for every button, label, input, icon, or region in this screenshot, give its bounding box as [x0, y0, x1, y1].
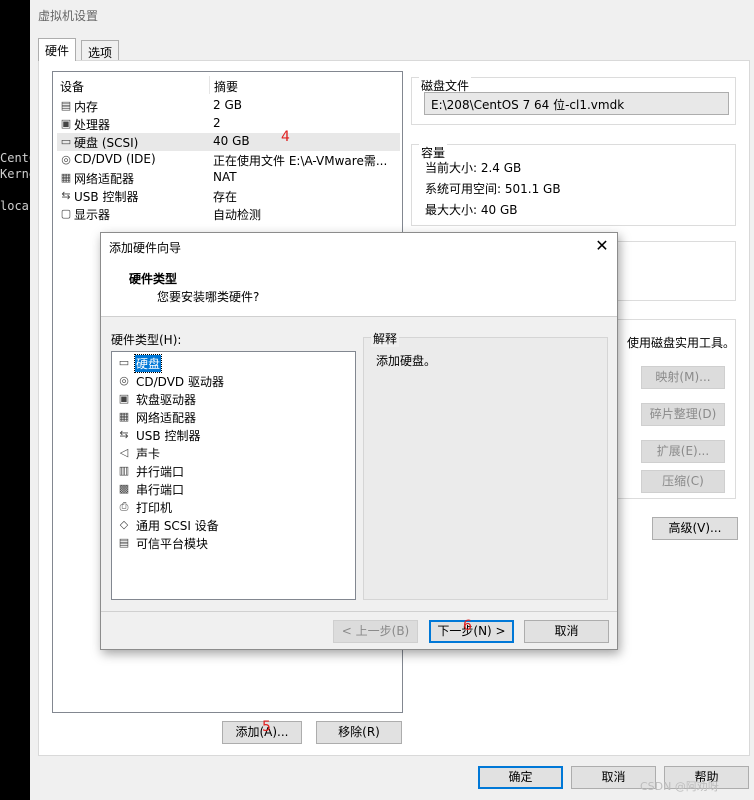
wizard-title: 添加硬件向导	[109, 241, 182, 255]
add-hardware-wizard-dialog: 添加硬件向导 ✕ 硬件类型 您要安装哪类硬件? 硬件类型(H): ▭ 硬盘 ◎ …	[100, 232, 618, 650]
tab-hardware[interactable]: 硬件	[38, 38, 77, 61]
hw-item-label: 可信平台模块	[136, 537, 209, 551]
hw-item-label: 软盘驱动器	[136, 393, 197, 407]
sound-card-icon: ◁	[119, 446, 129, 459]
watermark: CSDN @阿劝呀	[640, 780, 719, 793]
network-adapter-icon: ▦	[60, 171, 72, 184]
hardware-type-label: 硬件类型(H):	[111, 333, 182, 347]
device-row-processor[interactable]: ▣ 处理器 2	[57, 115, 400, 133]
current-size-text: 当前大小: 2.4 GB	[425, 161, 522, 175]
device-summary: 40 GB	[213, 134, 250, 148]
device-row-cd-dvd[interactable]: ◎ CD/DVD (IDE) 正在使用文件 E:\A-VMware需...	[57, 151, 400, 169]
expand-button[interactable]: 扩展(E)...	[641, 440, 725, 463]
usb-icon: ⇆	[61, 189, 71, 202]
annotation-step-4: 4	[281, 129, 290, 145]
disk-utility-text: 使用磁盘实用工具。	[627, 336, 736, 350]
hw-item-label: 并行端口	[136, 465, 185, 479]
scsi-device-icon: ◇	[119, 518, 129, 531]
device-row-network[interactable]: ▦ 网络适配器 NAT	[57, 169, 400, 187]
device-name: 显示器	[74, 208, 111, 222]
summary-column-header[interactable]: 摘要	[214, 78, 238, 95]
device-summary: 2 GB	[213, 98, 242, 112]
device-summary: 正在使用文件 E:\A-VMware需...	[213, 154, 388, 168]
wizard-titlebar: 添加硬件向导 ✕	[101, 233, 617, 260]
device-name: 硬盘 (SCSI)	[74, 136, 139, 150]
hw-item-label: 声卡	[136, 447, 161, 461]
hw-item-label: 打印机	[136, 501, 173, 515]
wizard-header: 硬件类型 您要安装哪类硬件?	[101, 260, 617, 317]
device-summary: NAT	[213, 170, 237, 184]
network-adapter-icon: ▦	[118, 410, 130, 423]
back-button[interactable]: < 上一步(B)	[333, 620, 418, 643]
device-summary: 2	[213, 116, 221, 130]
ok-button[interactable]: 确定	[478, 766, 563, 789]
max-size-text: 最大大小: 40 GB	[425, 203, 518, 217]
wizard-header-title: 硬件类型	[129, 272, 178, 286]
processor-icon: ▣	[60, 117, 72, 130]
hardware-type-list[interactable]: ▭ 硬盘 ◎ CD/DVD 驱动器 ▣ 软盘驱动器 ▦ 网络适配器 ⇆ USB …	[111, 351, 356, 600]
device-summary: 自动检测	[213, 208, 262, 222]
device-row-memory[interactable]: ▤ 内存 2 GB	[57, 97, 400, 115]
explanation-title: 解释	[371, 330, 400, 347]
hw-item-label: CD/DVD 驱动器	[136, 375, 224, 389]
screen: CentC Kerne loca 虚拟机设置 硬件 选项 设备 摘要 ▤ 内存 …	[0, 0, 754, 800]
device-summary: 存在	[213, 190, 238, 204]
device-row-display[interactable]: ▢ 显示器 自动检测	[57, 205, 400, 223]
cd-dvd-icon: ◎	[119, 374, 129, 387]
device-name: 处理器	[74, 118, 111, 132]
divider	[101, 611, 617, 612]
hw-item-label: 网络适配器	[136, 411, 197, 425]
printer-icon: ⎙	[119, 500, 129, 513]
device-name: USB 控制器	[74, 190, 139, 204]
window-title: 虚拟机设置	[38, 9, 99, 23]
memory-icon: ▤	[60, 99, 72, 112]
disk-file-path-field[interactable]: E:\208\CentOS 7 64 位-cl1.vmdk	[424, 92, 729, 115]
tab-options[interactable]: 选项	[81, 40, 120, 60]
disk-file-group: 磁盘文件 E:\208\CentOS 7 64 位-cl1.vmdk	[411, 77, 736, 125]
floppy-icon: ▣	[118, 392, 130, 405]
column-divider	[209, 76, 210, 94]
wizard-header-subtitle: 您要安装哪类硬件?	[157, 290, 260, 304]
device-row-usb[interactable]: ⇆ USB 控制器 存在	[57, 187, 400, 205]
defrag-button[interactable]: 碎片整理(D)	[641, 403, 725, 426]
close-icon[interactable]: ✕	[590, 235, 614, 257]
hw-item-label: USB 控制器	[136, 429, 201, 443]
harddisk-icon: ▭	[118, 356, 130, 369]
hw-item-label: 串行端口	[136, 483, 185, 497]
explanation-group: 解释 添加硬盘。	[363, 330, 608, 600]
display-icon: ▢	[60, 207, 72, 220]
wizard-cancel-button[interactable]: 取消	[524, 620, 609, 643]
tpm-icon: ▤	[118, 536, 130, 549]
device-name: 网络适配器	[74, 172, 135, 186]
hw-item-label: 通用 SCSI 设备	[136, 519, 219, 533]
explanation-text: 添加硬盘。	[376, 354, 437, 368]
remove-hardware-button[interactable]: 移除(R)	[316, 721, 402, 744]
serial-port-icon: ▩	[118, 482, 130, 495]
annotation-step-5: 5	[262, 719, 271, 735]
cd-dvd-icon: ◎	[61, 153, 71, 166]
usb-icon: ⇆	[119, 428, 129, 441]
hw-item-label: 硬盘	[133, 354, 163, 373]
device-row-harddisk[interactable]: ▭ 硬盘 (SCSI) 40 GB	[57, 133, 400, 151]
free-space-text: 系统可用空间: 501.1 GB	[425, 182, 561, 196]
device-column-header[interactable]: 设备	[60, 78, 84, 95]
device-name: 内存	[74, 100, 99, 114]
annotation-step-6: 6	[463, 618, 472, 634]
compact-button[interactable]: 压缩(C)	[641, 470, 725, 493]
parallel-port-icon: ▥	[118, 464, 130, 477]
capacity-group: 容量 当前大小: 2.4 GB 系统可用空间: 501.1 GB 最大大小: 4…	[411, 144, 736, 226]
map-button[interactable]: 映射(M)...	[641, 366, 725, 389]
harddisk-icon: ▭	[60, 135, 72, 148]
device-name: CD/DVD (IDE)	[74, 152, 156, 166]
advanced-button[interactable]: 高级(V)...	[652, 517, 738, 540]
